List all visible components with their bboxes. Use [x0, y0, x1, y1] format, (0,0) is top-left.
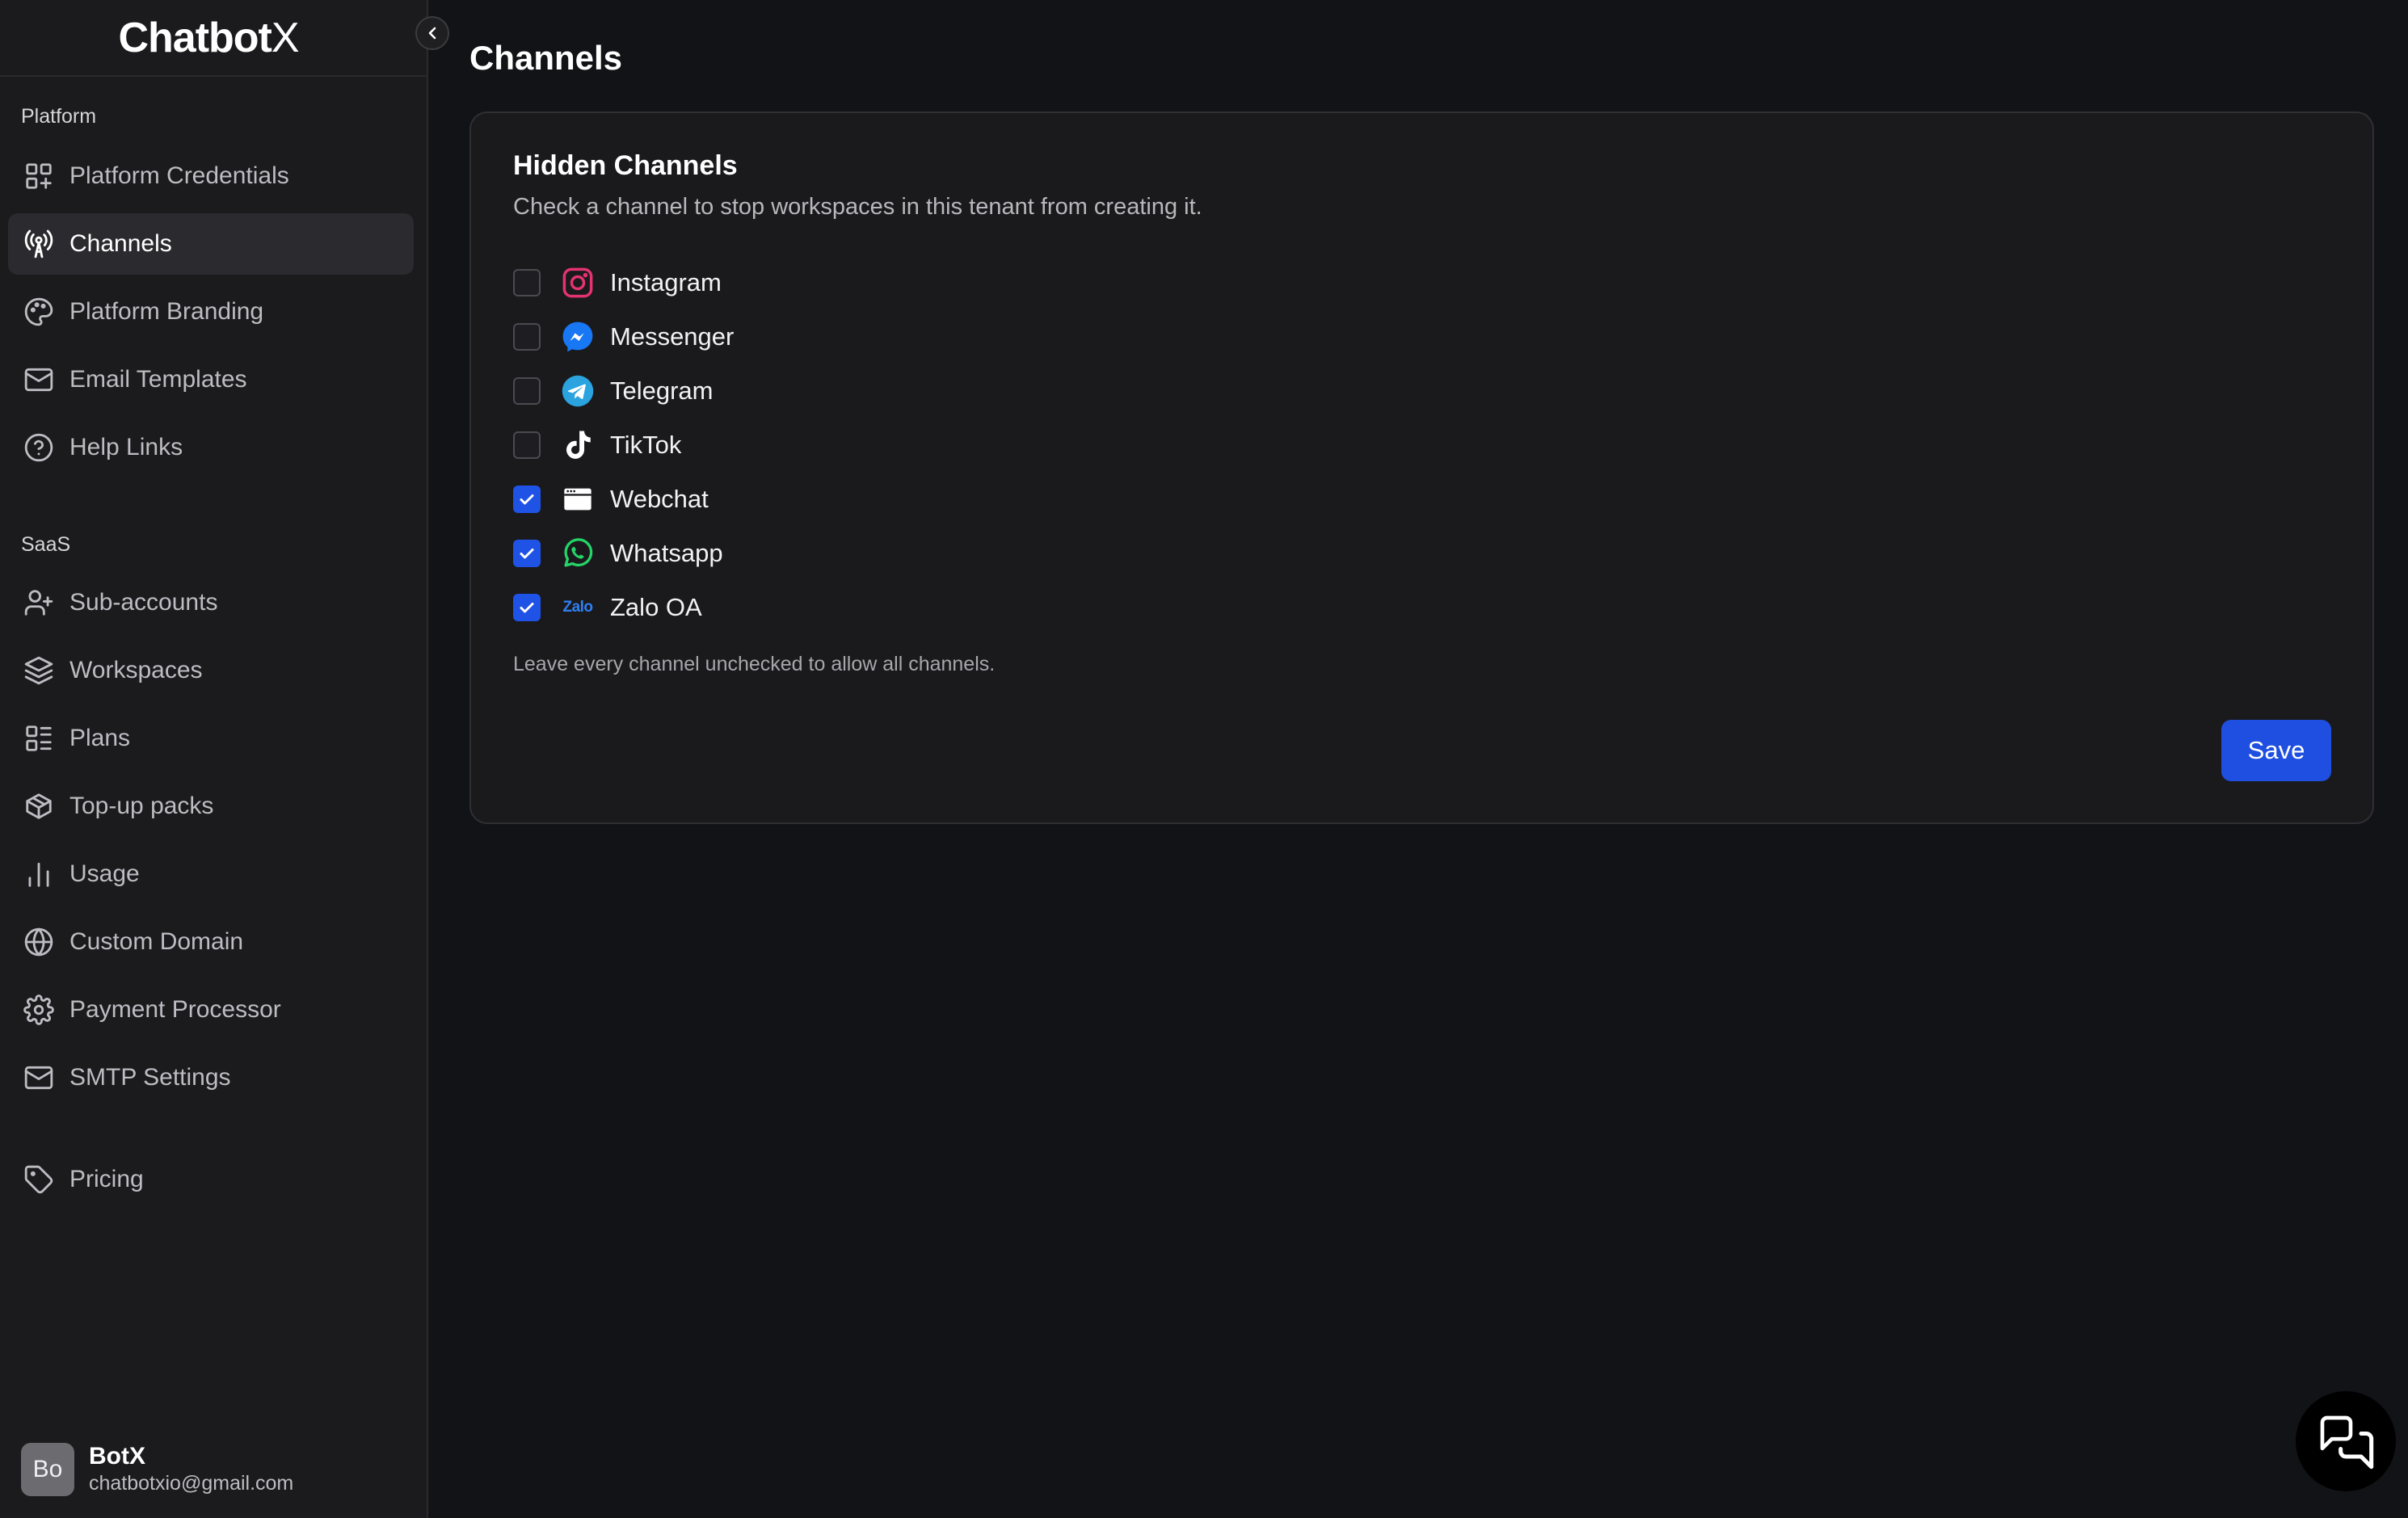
channel-row-tiktok[interactable]: TikTok: [513, 426, 681, 465]
check-icon: [520, 549, 534, 559]
grid-plus-icon: [23, 160, 55, 192]
channel-label: Telegram: [610, 376, 714, 405]
card-subtitle: Check a channel to stop workspaces in th…: [513, 194, 1202, 220]
channel-row-zalo-oa[interactable]: Zalo Zalo OA: [513, 588, 702, 627]
sidebar-item-label: Sub-accounts: [69, 589, 218, 616]
check-icon: [520, 603, 534, 613]
channel-label: Webchat: [610, 485, 709, 513]
sidebar-item-label: Email Templates: [69, 366, 247, 393]
list-icon: [23, 722, 55, 755]
channel-label: TikTok: [610, 431, 682, 459]
sidebar-item-channels[interactable]: Channels: [8, 213, 414, 275]
sidebar-item-payment-processor[interactable]: Payment Processor: [8, 979, 414, 1041]
messenger-checkbox[interactable]: [513, 323, 541, 351]
layers-icon: [23, 654, 55, 687]
sidebar-item-platform-credentials[interactable]: Platform Credentials: [8, 145, 414, 207]
page-title: Channels: [469, 39, 623, 77]
brand-suffix: X: [271, 14, 300, 61]
channel-row-messenger[interactable]: Messenger: [513, 317, 734, 356]
sidebar-item-platform-branding[interactable]: Platform Branding: [8, 281, 414, 343]
chevron-left-icon: [428, 27, 436, 40]
sidebar-item-help-links[interactable]: Help Links: [8, 417, 414, 478]
sidebar-item-label: Custom Domain: [69, 928, 244, 955]
bar-chart-icon: [23, 858, 55, 890]
user-email: chatbotxio@gmail.com: [89, 1472, 294, 1495]
user-name: BotX: [89, 1443, 145, 1470]
section-label-platform: Platform: [21, 105, 97, 128]
check-icon: [520, 494, 534, 505]
channel-row-telegram[interactable]: Telegram: [513, 372, 714, 410]
brand-name: Chatbot: [118, 14, 272, 61]
sidebar-item-label: Platform Branding: [69, 298, 264, 325]
sidebar-item-label: Payment Processor: [69, 996, 281, 1023]
channel-label: Instagram: [610, 268, 722, 296]
instagram-icon: [560, 265, 596, 301]
webchat-icon: [560, 481, 596, 517]
help-circle-icon: [23, 431, 55, 464]
sidebar-item-label: Pricing: [69, 1166, 144, 1192]
sidebar-item-label: Platform Credentials: [69, 162, 289, 189]
user-profile[interactable]: Bo BotX chatbotxio@gmail.com: [21, 1443, 293, 1496]
sidebar-item-label: SMTP Settings: [69, 1064, 231, 1091]
section-label-saas: SaaS: [21, 533, 71, 556]
channel-row-webchat[interactable]: Webchat: [513, 480, 709, 519]
brand-logo[interactable]: ChatbotX: [118, 14, 300, 62]
sidebar-item-email-templates[interactable]: Email Templates: [8, 349, 414, 410]
hidden-channels-card: Hidden Channels Check a channel to stop …: [469, 111, 2374, 824]
zalo-icon: Zalo: [562, 599, 593, 616]
tiktok-icon: [560, 427, 596, 463]
sidebar-item-workspaces[interactable]: Workspaces: [8, 640, 414, 701]
channel-label: Zalo OA: [610, 593, 702, 621]
avatar: Bo: [21, 1443, 74, 1496]
telegram-checkbox[interactable]: [513, 377, 541, 405]
chat-bubbles-icon: [2320, 1415, 2374, 1470]
instagram-checkbox[interactable]: [513, 269, 541, 296]
brand-header: ChatbotX: [0, 0, 427, 77]
sidebar-item-custom-domain[interactable]: Custom Domain: [8, 911, 414, 973]
sidebar-item-label: Workspaces: [69, 657, 203, 683]
collapse-sidebar-button[interactable]: [415, 16, 449, 50]
mail-icon: [23, 1062, 55, 1094]
sidebar-item-smtp-settings[interactable]: SMTP Settings: [8, 1047, 414, 1108]
palette-icon: [23, 296, 55, 328]
sidebar-item-label: Help Links: [69, 434, 183, 460]
sidebar-item-label: Top-up packs: [69, 793, 214, 819]
channel-row-instagram[interactable]: Instagram: [513, 263, 722, 302]
sidebar-item-plans[interactable]: Plans: [8, 708, 414, 769]
sidebar-item-pricing[interactable]: Pricing: [8, 1149, 414, 1210]
sidebar: ChatbotX Platform Platform Credentials C…: [0, 0, 428, 1518]
globe-icon: [23, 926, 55, 958]
mail-icon: [23, 364, 55, 396]
messenger-icon: [560, 319, 596, 355]
save-button[interactable]: Save: [2221, 720, 2331, 781]
radio-tower-icon: [23, 228, 55, 260]
sidebar-item-label: Channels: [69, 230, 172, 257]
card-title: Hidden Channels: [513, 150, 738, 181]
telegram-icon: [560, 373, 596, 409]
sidebar-item-label: Usage: [69, 860, 140, 887]
whatsapp-icon: [560, 536, 596, 571]
channel-label: Messenger: [610, 322, 735, 351]
sidebar-item-top-up-packs[interactable]: Top-up packs: [8, 776, 414, 837]
sidebar-item-usage[interactable]: Usage: [8, 843, 414, 905]
webchat-checkbox[interactable]: [513, 486, 541, 513]
channel-label: Whatsapp: [610, 539, 723, 567]
package-icon: [23, 790, 55, 822]
tag-icon: [23, 1163, 55, 1196]
channels-hint: Leave every channel unchecked to allow a…: [513, 653, 996, 675]
user-plus-icon: [23, 587, 55, 619]
sidebar-item-label: Plans: [69, 725, 131, 751]
sidebar-item-sub-accounts[interactable]: Sub-accounts: [8, 572, 414, 633]
tiktok-checkbox[interactable]: [513, 431, 541, 459]
whatsapp-checkbox[interactable]: [513, 540, 541, 567]
zalo-oa-checkbox[interactable]: [513, 594, 541, 621]
gear-icon: [23, 994, 55, 1026]
channel-row-whatsapp[interactable]: Whatsapp: [513, 534, 723, 573]
support-chat-button[interactable]: [2296, 1391, 2396, 1491]
